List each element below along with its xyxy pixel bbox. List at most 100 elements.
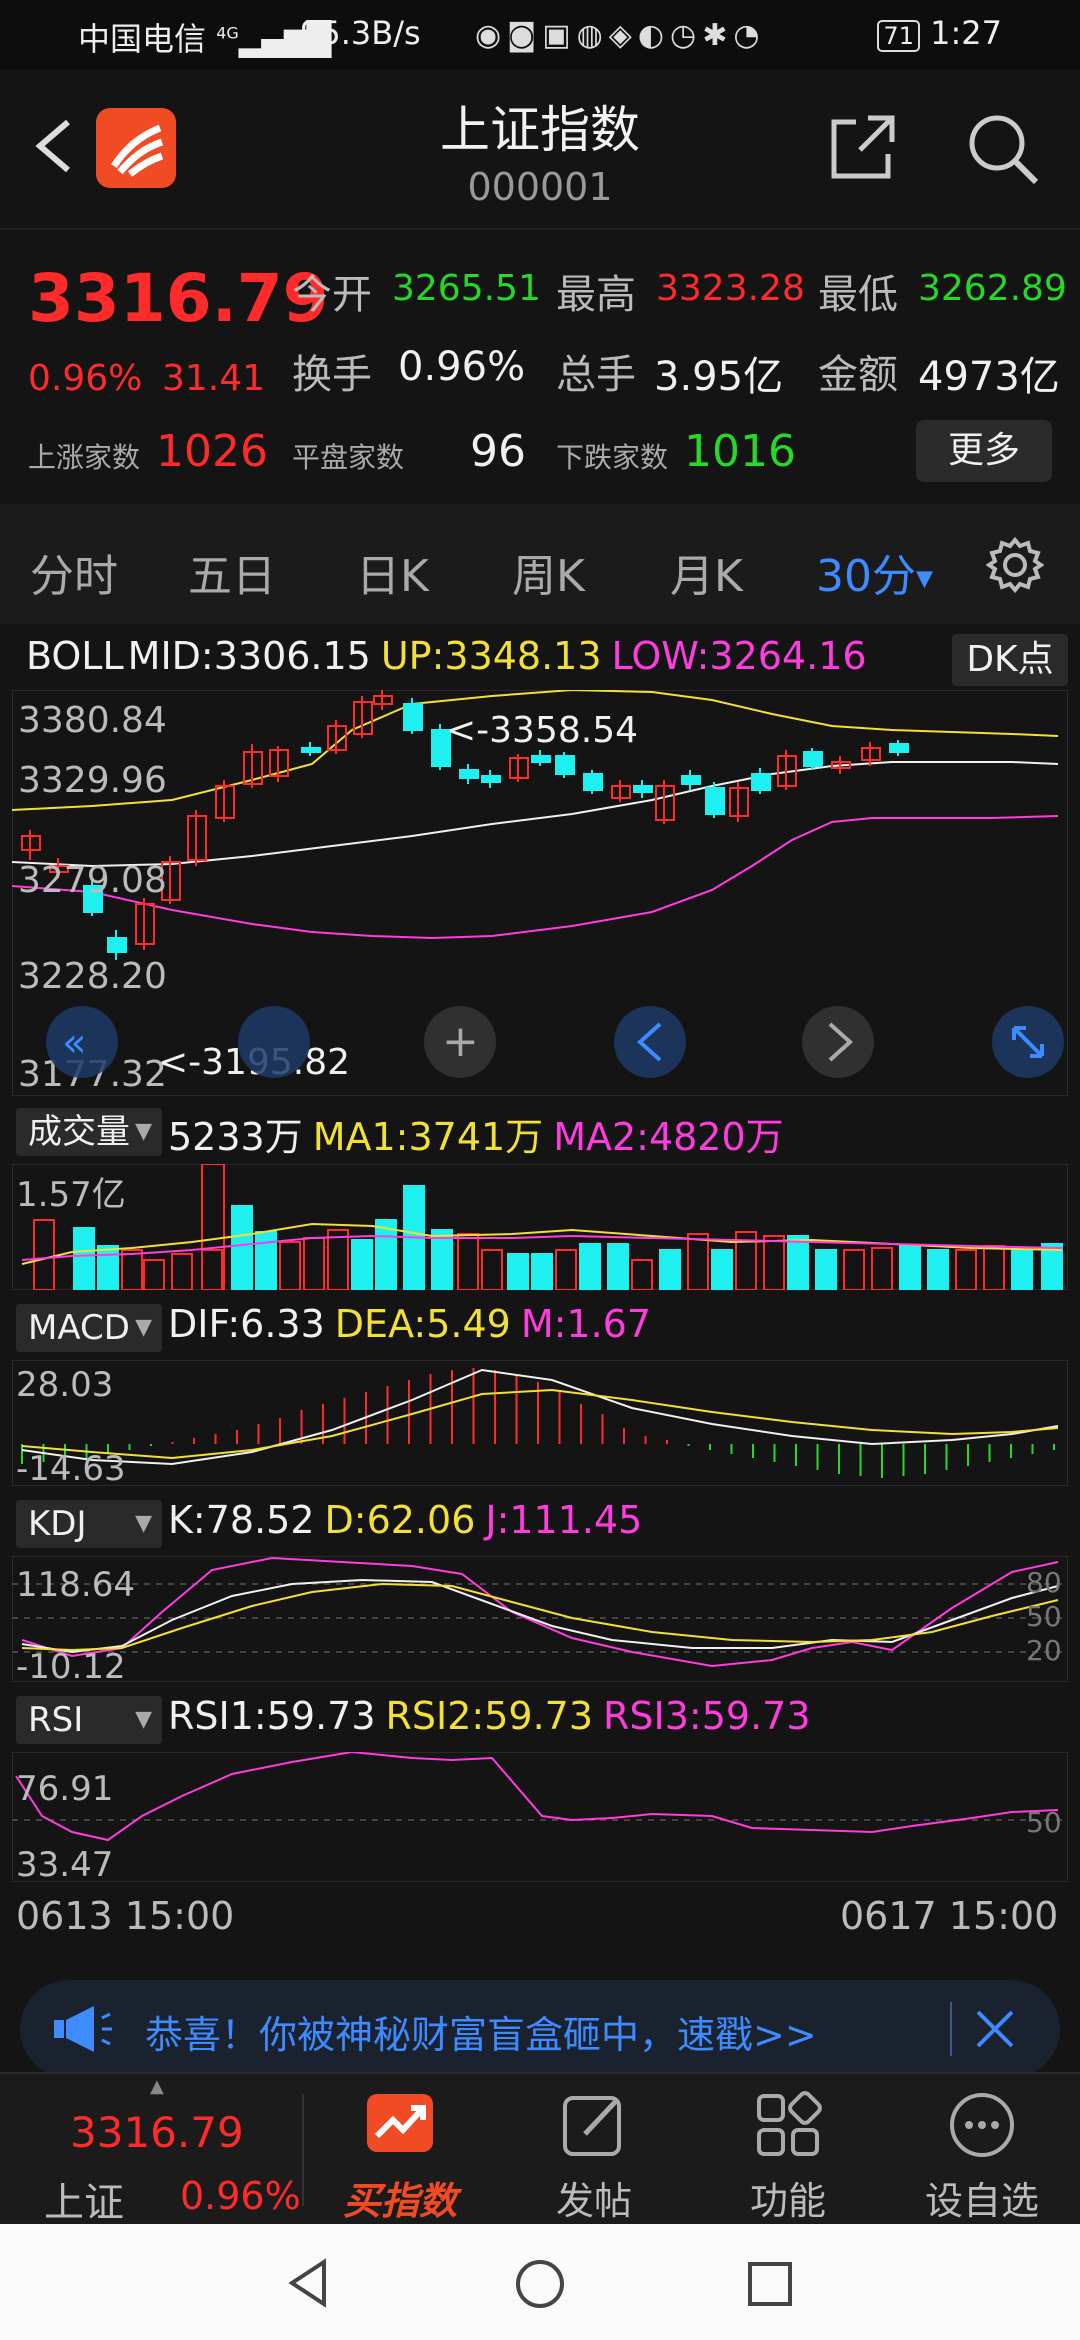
- fullscreen-button[interactable]: [992, 1006, 1064, 1078]
- kdj-y-tick-top: 118.64: [16, 1565, 135, 1605]
- volume-ma1: MA1:3741万: [312, 1115, 544, 1159]
- nav-post[interactable]: 发帖: [514, 2074, 674, 2226]
- status-app-icons: ◉◙▣◍◈◐◷✱◔: [475, 18, 766, 53]
- prev-button[interactable]: [614, 1006, 686, 1078]
- index-ticker[interactable]: ▲ 3316.79 上证 0.96%: [0, 2074, 301, 2226]
- open-value: 3265.51: [392, 268, 541, 309]
- volume-bar: [481, 1249, 503, 1290]
- time-axis-start: 0613 15:00: [16, 1894, 235, 1938]
- dropdown-caret-icon: ▼: [135, 1707, 152, 1732]
- kdj-k: K:78.52: [168, 1498, 315, 1542]
- nav-add-watchlist[interactable]: 设自选: [902, 2074, 1062, 2226]
- promo-banner[interactable]: 恭喜！你被神秘财富盲盒砸中，速戳>>: [20, 1980, 1060, 2078]
- volume-bar: [255, 1231, 277, 1290]
- volume-header: 5233万 MA1:3741万 MA2:4820万: [168, 1106, 1080, 1161]
- system-home-icon[interactable]: [514, 2258, 566, 2310]
- nav-buy-index[interactable]: 买指数: [320, 2074, 480, 2226]
- status-bar: 中国电信 4G▂▄▆█ 95.3B/s ◉◙▣◍◈◐◷✱◔ 71 1:27: [0, 0, 1080, 70]
- search-icon[interactable]: [964, 110, 1040, 186]
- candlestick-chart[interactable]: 3380.84 3329.96 3279.08 3228.20 3177.32 …: [12, 690, 1068, 1096]
- candle-body: [459, 769, 479, 779]
- system-back-icon[interactable]: [284, 2258, 334, 2308]
- rsi-y-tick-bottom: 33.47: [16, 1845, 113, 1882]
- rsi-chart: 76.91 33.47 50: [12, 1752, 1068, 1882]
- tab-weekly-k[interactable]: 周K: [512, 540, 585, 604]
- nav-functions[interactable]: 功能: [708, 2074, 868, 2226]
- candle-body: [107, 937, 127, 953]
- edit-icon: [563, 2096, 621, 2156]
- volume-bar: [1011, 1249, 1033, 1290]
- gear-icon[interactable]: [986, 536, 1044, 594]
- zoom-in-button[interactable]: +: [424, 1006, 496, 1078]
- volume-bar: [73, 1227, 95, 1290]
- unchanged-value: 96: [470, 426, 526, 477]
- tab-intraday[interactable]: 分时: [30, 540, 118, 604]
- macd-m: M:1.67: [520, 1302, 652, 1346]
- dk-point-button[interactable]: DK点: [952, 634, 1068, 686]
- volume-bar: [871, 1247, 893, 1290]
- kdj-y-tick-bottom: -10.12: [16, 1647, 126, 1682]
- period-tabs: 分时 五日 日K 周K 月K 30分▼: [0, 504, 1080, 624]
- tab-30min[interactable]: 30分▼: [816, 540, 933, 604]
- change-amount: 31.41: [162, 358, 266, 399]
- low-value: 3262.89: [918, 268, 1067, 309]
- volume-bar: [555, 1249, 577, 1290]
- more-button[interactable]: 更多: [916, 420, 1052, 482]
- kdj-indicator-select[interactable]: KDJ ▼: [16, 1500, 162, 1548]
- turnover-value: 0.96%: [398, 344, 526, 390]
- amount-label: 金额: [818, 352, 898, 398]
- bottom-nav: ▲ 3316.79 上证 0.96% 买指数 发帖 功能 设自选: [0, 2072, 1080, 2226]
- rsi-header: RSI1:59.73 RSI2:59.73 RSI3:59.73: [168, 1694, 1080, 1738]
- volume-bar: [711, 1249, 733, 1290]
- share-icon[interactable]: [828, 112, 898, 182]
- tab-daily-k[interactable]: 日K: [356, 540, 429, 604]
- dropdown-caret-icon: ▼: [135, 1119, 152, 1144]
- close-icon[interactable]: [970, 2004, 1020, 2054]
- header: 上证指数 000001: [0, 70, 1080, 225]
- plus-icon: +: [442, 1016, 479, 1067]
- pan-left-button[interactable]: [238, 1006, 310, 1078]
- advancers-label: 上涨家数: [28, 441, 141, 474]
- status-right: 71 1:27: [877, 14, 1002, 52]
- rsi-indicator-select[interactable]: RSI ▼: [16, 1696, 162, 1744]
- kdj-header: K:78.52 D:62.06 J:111.45: [168, 1498, 1080, 1542]
- macd-header: DIF:6.33 DEA:5.49 M:1.67: [168, 1302, 1080, 1346]
- boll-mid: MID:3306.15: [127, 634, 371, 678]
- decliners-label: 下跌家数: [556, 441, 669, 474]
- caret-up-icon: ▲: [150, 2076, 164, 2097]
- kdj-chart: 118.64 -10.12 80 50 20: [12, 1556, 1068, 1682]
- volume-bar: [787, 1235, 809, 1290]
- volume-value: 3.95亿: [654, 354, 784, 400]
- candle-body: [803, 751, 823, 767]
- kdj-level-50: 50: [1026, 1600, 1062, 1633]
- tab-monthly-k[interactable]: 月K: [670, 540, 743, 604]
- volume-bar: [579, 1243, 601, 1290]
- next-button[interactable]: [802, 1006, 874, 1078]
- page-title: 上证指数: [440, 101, 640, 159]
- candle-body: [555, 755, 575, 775]
- rsi3: RSI3:59.73: [603, 1694, 811, 1738]
- macd-indicator-select[interactable]: MACD ▼: [16, 1304, 162, 1352]
- macd-y-tick-top: 28.03: [16, 1365, 113, 1405]
- volume-bar: [201, 1249, 223, 1290]
- ticker-pct: 0.96%: [180, 2174, 301, 2218]
- volume-bar: [231, 1205, 253, 1290]
- volume-bar: [303, 1237, 325, 1290]
- volume-indicator-select[interactable]: 成交量 ▼: [16, 1108, 162, 1156]
- volume-bar: [763, 1235, 785, 1290]
- volume-bar: [327, 1229, 349, 1290]
- time-axis-end: 0617 15:00: [840, 1894, 1059, 1938]
- dropdown-caret-icon: ▼: [916, 566, 933, 592]
- volume-bars: [33, 1164, 1063, 1290]
- volume-bar: [171, 1253, 193, 1290]
- battery-icon: 71: [877, 20, 920, 52]
- unchanged-label: 平盘家数: [292, 441, 405, 474]
- candle-body: [531, 755, 551, 763]
- volume-chart: 1.57亿: [12, 1164, 1068, 1290]
- rewind-button[interactable]: «: [46, 1006, 118, 1078]
- tab-five-day[interactable]: 五日: [188, 540, 276, 604]
- system-recents-icon[interactable]: [746, 2260, 794, 2308]
- ticker-name: 上证: [44, 2180, 124, 2226]
- boll-up: UP:3348.13: [380, 634, 602, 678]
- kdj-d: D:62.06: [324, 1498, 476, 1542]
